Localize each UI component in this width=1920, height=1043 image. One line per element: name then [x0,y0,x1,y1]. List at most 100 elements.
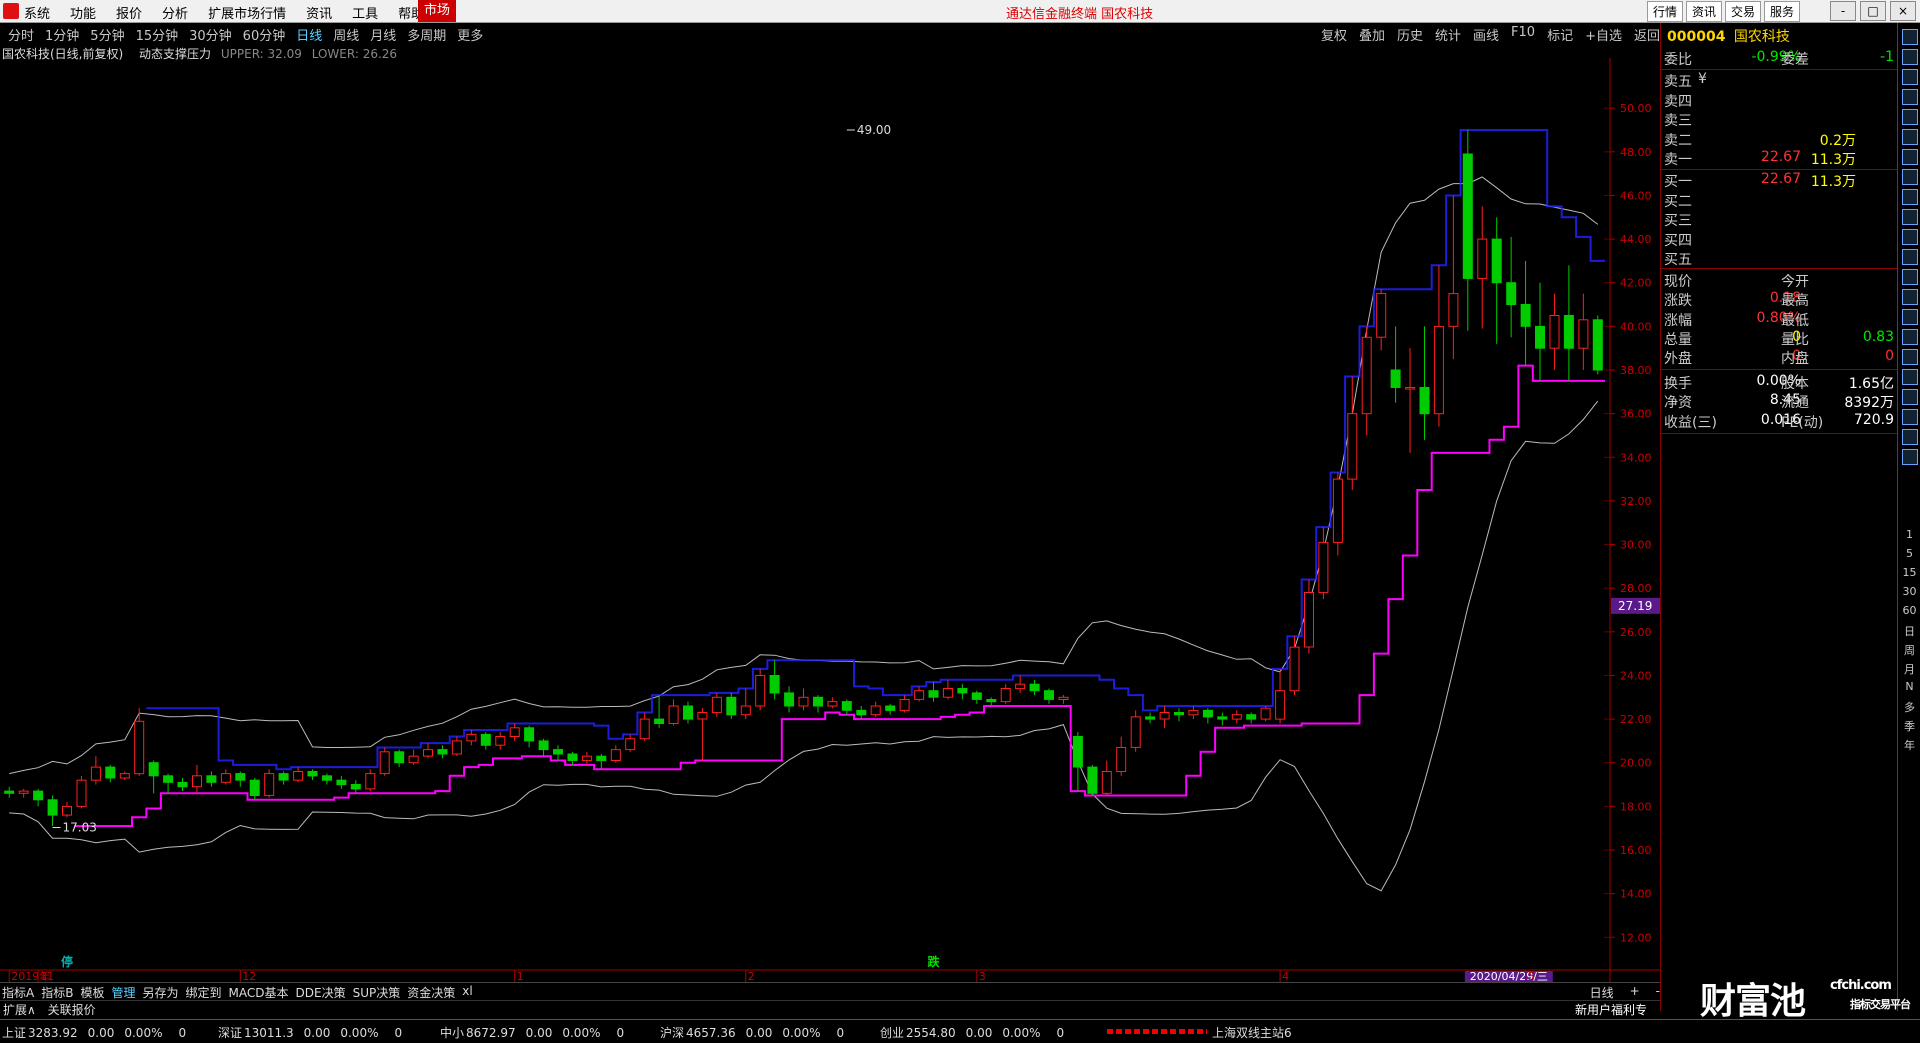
stat-label: 涨跌 [1664,293,1692,310]
stat-label: 外盘 [1664,351,1692,368]
tool-button-5[interactable]: F10 [1511,25,1535,44]
period-tab-8[interactable]: 月线 [370,25,396,44]
indicator-tab-2[interactable]: 模板 [80,984,104,1001]
indicator-tab-8[interactable]: SUP决策 [353,984,401,1001]
minimize-button[interactable]: - [1830,1,1856,21]
kline-chart[interactable]: 12.00 14.00 16.00 18.00 20.00 22.00 24.00 26.00… [0,58,1660,982]
tool-strip-icon[interactable] [1902,269,1918,285]
period-tab-10[interactable]: 更多 [457,25,483,44]
menu-item-6[interactable]: 工具 [352,3,378,22]
tool-strip-icon[interactable] [1902,49,1918,65]
tool-strip-icon[interactable] [1902,229,1918,245]
period-shortcut-8[interactable]: N [1898,680,1920,693]
tool-strip-icon[interactable] [1902,209,1918,225]
menu-item-1[interactable]: 功能 [70,3,96,22]
period-shortcut-11[interactable]: 年 [1898,737,1920,753]
menu-item-3[interactable]: 分析 [162,3,188,22]
indicator-tab-0[interactable]: 指标A [2,984,34,1001]
period-shortcut-3[interactable]: 30 [1898,585,1920,598]
period-shortcut-6[interactable]: 周 [1898,642,1920,658]
period-tab-5[interactable]: 60分钟 [243,25,286,44]
tool-button-0[interactable]: 复权 [1321,25,1347,44]
period-shortcut-0[interactable]: 1 [1898,528,1920,541]
tool-strip-icon[interactable] [1902,69,1918,85]
period-tab-9[interactable]: 多周期 [407,25,446,44]
index-4[interactable]: 创业 2554.80 0.00 0.00% 0 [880,1024,1064,1041]
period-shortcut-2[interactable]: 15 [1898,566,1920,579]
menu-item-0[interactable]: 系统 [24,3,50,22]
tool-button-8[interactable]: 返回 [1634,25,1660,44]
tool-strip-icon[interactable] [1902,369,1918,385]
tool-strip-icon[interactable] [1902,449,1918,465]
period-shortcut-5[interactable]: 日 [1898,623,1920,639]
tool-strip-icon[interactable] [1902,409,1918,425]
period-tab-1[interactable]: 1分钟 [45,25,79,44]
candle-body [163,775,174,783]
period-shortcut-9[interactable]: 多 [1898,699,1920,715]
period-tab-3[interactable]: 15分钟 [136,25,179,44]
indicator-tab-5[interactable]: 绑定到 [186,984,222,1001]
candle-body [264,773,275,796]
tool-strip-icon[interactable] [1902,289,1918,305]
menu-item-5[interactable]: 资讯 [306,3,332,22]
tool-button-6[interactable]: 标记 [1547,25,1573,44]
window-title: 通达信金融终端 国农科技 [1006,7,1154,22]
period-shortcut-7[interactable]: 月 [1898,661,1920,677]
tool-button-1[interactable]: 叠加 [1359,25,1385,44]
period-tab-7[interactable]: 周线 [333,25,359,44]
top-button-3[interactable]: 服务 [1763,1,1800,22]
indicator-tab-10[interactable]: xl [462,984,472,1001]
index-0[interactable]: 上证 3283.92 0.00 0.00% 0 [2,1024,186,1041]
menu-item-2[interactable]: 报价 [116,3,142,22]
indicator-tab-7[interactable]: DDE决策 [296,984,346,1001]
tool-button-7[interactable]: +自选 [1585,25,1622,44]
period-tab-4[interactable]: 30分钟 [189,25,232,44]
indicator-tab-6[interactable]: MACD基本 [229,984,289,1001]
tool-strip-icon[interactable] [1902,89,1918,105]
tool-strip-icon[interactable] [1902,249,1918,265]
tool-strip-icon[interactable] [1902,109,1918,125]
close-button[interactable]: × [1890,1,1916,21]
period-tab-2[interactable]: 5分钟 [90,25,124,44]
period-shortcut-4[interactable]: 60 [1898,604,1920,617]
indicator-tab-3[interactable]: 管理 [111,984,135,1001]
top-button-1[interactable]: 资讯 [1685,1,1722,22]
index-1[interactable]: 深证 13011.3 0.00 0.00% 0 [218,1024,402,1041]
ext-linked-quote[interactable]: 关联报价 [48,1003,96,1017]
market-button[interactable]: 市场 [418,0,456,22]
ask-row-2: 卖三 [1664,110,1896,129]
top-button-0[interactable]: 行情 [1646,1,1683,22]
period-shortcut-10[interactable]: 季 [1898,718,1920,734]
tab-right-1[interactable]: + [1630,984,1640,1001]
ext-expand[interactable]: 扩展∧ [3,1003,36,1017]
tab-right-2[interactable]: - [1656,984,1660,1001]
tool-strip-icon[interactable] [1902,29,1918,45]
indicator-tab-9[interactable]: 资金决策 [407,984,455,1001]
tool-strip-icon[interactable] [1902,149,1918,165]
top-button-2[interactable]: 交易 [1724,1,1761,22]
tool-strip-icon[interactable] [1902,309,1918,325]
tool-strip-icon[interactable] [1902,189,1918,205]
tool-button-3[interactable]: 统计 [1435,25,1461,44]
tool-strip-icon[interactable] [1902,329,1918,345]
index-3[interactable]: 沪深 4657.36 0.00 0.00% 0 [660,1024,844,1041]
maximize-button[interactable]: □ [1860,1,1886,21]
period-shortcut-1[interactable]: 5 [1898,547,1920,560]
tool-strip-icon[interactable] [1902,169,1918,185]
tool-strip-icon[interactable] [1902,429,1918,445]
period-tab-0[interactable]: 分时 [8,25,34,44]
tool-button-2[interactable]: 历史 [1397,25,1423,44]
tool-strip-icon[interactable] [1902,389,1918,405]
tab-right-0[interactable]: 日线 [1590,984,1614,1001]
candle-body [408,755,419,764]
tool-strip-icon[interactable] [1902,349,1918,365]
index-2[interactable]: 中小 8672.97 0.00 0.00% 0 [440,1024,624,1041]
indicator-tab-4[interactable]: 另存为 [142,984,178,1001]
period-tab-6[interactable]: 日线 [296,25,322,44]
candle-body [1289,646,1300,692]
stats-row-0: 现价 今开 [1664,271,1896,290]
indicator-tab-1[interactable]: 指标B [41,984,73,1001]
menu-item-4[interactable]: 扩展市场行情 [208,3,286,22]
tool-strip-icon[interactable] [1902,129,1918,145]
tool-button-4[interactable]: 画线 [1473,25,1499,44]
